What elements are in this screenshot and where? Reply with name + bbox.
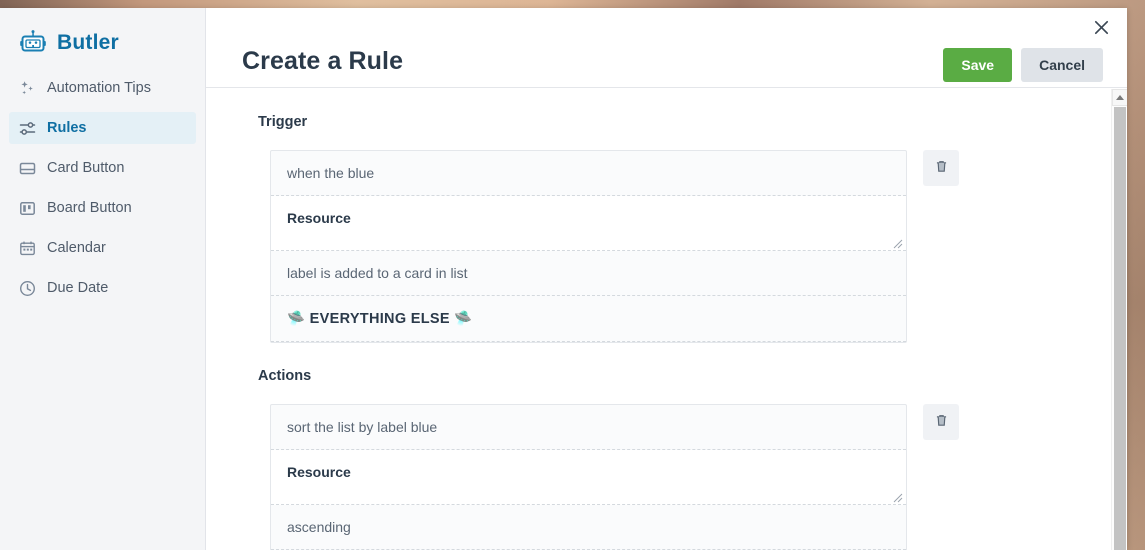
action-delete-button[interactable] xyxy=(923,404,959,440)
sidebar-item-card-button[interactable]: Card Button xyxy=(9,152,196,184)
actions-clause-box: sort the list by label blue Resource asc… xyxy=(270,404,907,550)
butler-modal: Butler Automation Tips Rules Card Button… xyxy=(0,8,1127,550)
sidebar-item-rules[interactable]: Rules xyxy=(9,112,196,144)
trigger-line-text[interactable]: when the blue xyxy=(271,151,906,196)
brand-name: Butler xyxy=(57,30,119,54)
trash-icon xyxy=(934,159,949,177)
sparkles-icon xyxy=(19,80,36,97)
resize-grip-icon xyxy=(892,236,903,249)
trash-icon xyxy=(934,413,949,431)
action-line-order[interactable]: ascending xyxy=(271,505,906,550)
trigger-clause-box: when the blue Resource label is added to… xyxy=(270,150,907,343)
resize-grip-icon xyxy=(892,490,903,503)
header-actions: Save Cancel xyxy=(943,48,1103,82)
clock-icon xyxy=(19,280,36,297)
sidebar-nav: Automation Tips Rules Card Button Board … xyxy=(0,72,205,304)
brand: Butler xyxy=(0,8,205,60)
main-content: Create a Rule Save Cancel Trigger when t… xyxy=(206,8,1127,550)
sidebar-item-automation-tips[interactable]: Automation Tips xyxy=(9,72,196,104)
caret-up-icon[interactable] xyxy=(1112,89,1127,106)
calendar-icon xyxy=(19,240,36,257)
trigger-section-label: Trigger xyxy=(258,114,308,130)
modal-header: Create a Rule Save Cancel xyxy=(206,8,1127,88)
cancel-button[interactable]: Cancel xyxy=(1021,48,1103,82)
action-resource-field[interactable]: Resource xyxy=(271,450,906,505)
sidebar-item-label: Automation Tips xyxy=(47,80,151,96)
sidebar-item-label: Calendar xyxy=(47,240,106,256)
sidebar-item-board-button[interactable]: Board Button xyxy=(9,192,196,224)
sidebar-item-label: Due Date xyxy=(47,280,109,296)
sidebar-item-label: Card Button xyxy=(47,160,125,176)
page-title: Create a Rule xyxy=(242,47,404,75)
trigger-delete-button[interactable] xyxy=(923,150,959,186)
sliders-icon xyxy=(19,120,36,137)
card-icon xyxy=(19,160,36,177)
sidebar-item-label: Rules xyxy=(47,120,87,136)
scroll-area: Trigger when the blue Resource label is xyxy=(206,89,1127,550)
close-icon[interactable] xyxy=(1087,13,1115,41)
sidebar-item-due-date[interactable]: Due Date xyxy=(9,272,196,304)
trigger-line-condition[interactable]: label is added to a card in list xyxy=(271,251,906,296)
robot-icon xyxy=(20,29,46,56)
trigger-resource-field[interactable]: Resource xyxy=(271,196,906,251)
actions-section-label: Actions xyxy=(258,368,312,384)
actions-row: sort the list by label blue Resource asc… xyxy=(270,404,1127,550)
trigger-row: when the blue Resource label is added to… xyxy=(270,150,1127,343)
board-icon xyxy=(19,200,36,217)
scrollbar-thumb[interactable] xyxy=(1114,107,1126,550)
action-resource-label: Resource xyxy=(287,464,351,480)
trigger-line-list-name[interactable]: 🛸 EVERYTHING ELSE 🛸 xyxy=(271,296,906,342)
sidebar-item-label: Board Button xyxy=(47,200,132,216)
trigger-resource-label: Resource xyxy=(287,210,351,226)
vertical-scrollbar[interactable] xyxy=(1111,89,1127,550)
sidebar: Butler Automation Tips Rules Card Button… xyxy=(0,8,206,550)
action-line-text[interactable]: sort the list by label blue xyxy=(271,405,906,450)
sidebar-item-calendar[interactable]: Calendar xyxy=(9,232,196,264)
save-button[interactable]: Save xyxy=(943,48,1013,82)
